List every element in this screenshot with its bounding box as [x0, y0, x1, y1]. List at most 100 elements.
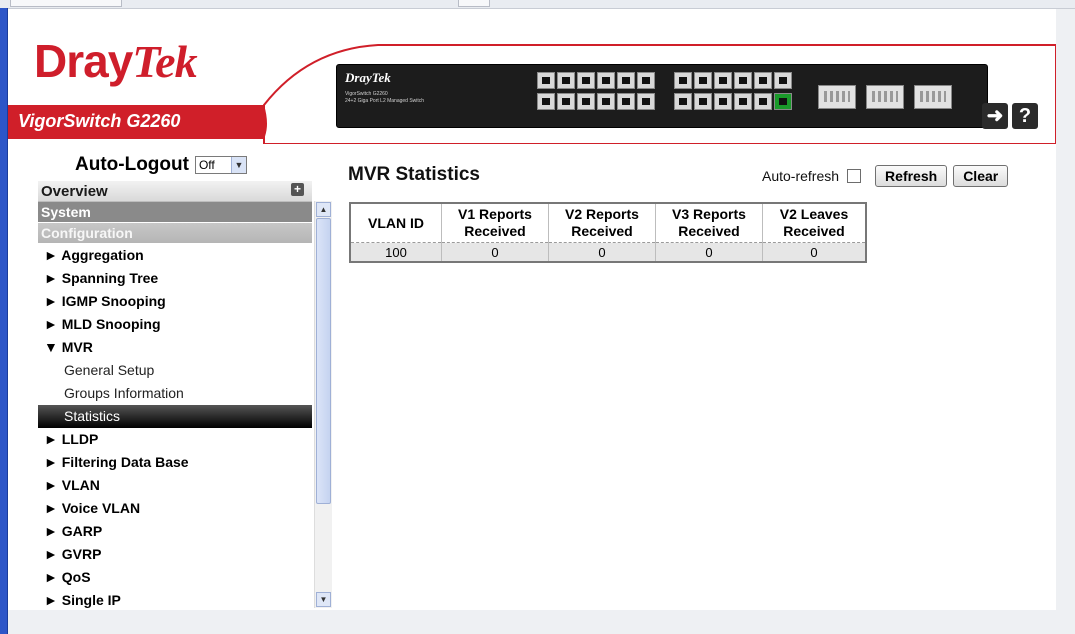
chevron-down-icon[interactable]: ▼ [230, 157, 246, 173]
port[interactable] [597, 72, 615, 89]
sidebar-scrollbar[interactable]: ▲ ▼ [314, 201, 332, 608]
refresh-button[interactable]: Refresh [875, 165, 948, 187]
model-name: VigorSwitch G2260 [18, 111, 181, 131]
header-text: Received [678, 223, 740, 239]
port[interactable] [714, 93, 732, 110]
browser-tab[interactable] [458, 0, 490, 7]
table-row: 100 0 0 0 0 [349, 242, 867, 263]
column-header-v3-reports: V3 Reports Received [655, 202, 763, 243]
header-text: V2 Leaves [779, 206, 849, 222]
header-text: V3 Reports [672, 206, 746, 222]
header: DrayTek VigorSwitch G2260 DrayTek VigorS… [8, 9, 1056, 144]
auto-refresh-checkbox[interactable] [847, 169, 862, 183]
scroll-down-icon[interactable]: ▼ [316, 592, 331, 607]
sidebar-item-voice-vlan[interactable]: ► Voice VLAN [38, 497, 312, 520]
sidebar-item-mld-snooping[interactable]: ► MLD Snooping [38, 313, 312, 336]
browser-top-strip [0, 0, 1075, 9]
port[interactable] [754, 72, 772, 89]
sidebar-item-qos[interactable]: ► QoS [38, 566, 312, 589]
port-group-1 [537, 72, 655, 110]
port[interactable] [714, 72, 732, 89]
port[interactable] [557, 93, 575, 110]
page: DrayTek VigorSwitch G2260 DrayTek VigorS… [8, 9, 1056, 610]
header-icons: ➜ ? [982, 103, 1038, 129]
sidebar-item-overview[interactable]: Overview + [38, 181, 312, 202]
scrollbar-thumb[interactable] [316, 218, 331, 504]
window-bottom-gap [8, 610, 1075, 634]
auto-logout-select[interactable]: Off ▼ [194, 156, 247, 174]
sidebar-item-system[interactable]: System [38, 202, 312, 223]
help-question-icon[interactable]: ? [1012, 103, 1038, 129]
sidebar-subitem-general-setup[interactable]: General Setup [38, 359, 312, 382]
port[interactable] [637, 72, 655, 89]
port[interactable] [637, 93, 655, 110]
browser-tab[interactable] [10, 0, 122, 7]
sidebar-subitem-groups-information[interactable]: Groups Information [38, 382, 312, 405]
clear-button[interactable]: Clear [953, 165, 1009, 187]
port[interactable] [557, 72, 575, 89]
sidebar-item-filtering-data-base[interactable]: ► Filtering Data Base [38, 451, 312, 474]
sidebar-subitem-statistics[interactable]: Statistics [38, 405, 312, 428]
sidebar-item-igmp-snooping[interactable]: ► IGMP Snooping [38, 290, 312, 313]
auto-refresh-label: Auto-refresh [762, 168, 840, 184]
sidebar-item-mvr[interactable]: ▼ MVR [38, 336, 312, 359]
port[interactable] [734, 93, 752, 110]
sfp-port[interactable] [818, 85, 856, 109]
sidebar-item-spanning-tree[interactable]: ► Spanning Tree [38, 267, 312, 290]
window-right-gap [1056, 9, 1075, 610]
device-subtitle: VigorSwitch G2260 24+2 Giga Port L2 Mana… [345, 91, 425, 104]
column-header-vlan-id: VLAN ID [349, 202, 442, 243]
mvr-statistics-table: VLAN ID V1 Reports Received V2 Reports Rec… [349, 202, 867, 263]
sidebar-menu: Overview + System Configuration ► Aggreg… [38, 181, 312, 608]
port[interactable] [577, 72, 595, 89]
cell-v1-reports: 0 [441, 242, 549, 263]
sidebar-item-single-ip[interactable]: ► Single IP [38, 589, 312, 608]
port-group-2 [674, 72, 792, 110]
scroll-up-icon[interactable]: ▲ [316, 202, 331, 217]
port[interactable] [577, 93, 595, 110]
port[interactable] [617, 72, 635, 89]
port[interactable] [674, 93, 692, 110]
header-text: VLAN ID [368, 214, 424, 231]
cell-v3-reports: 0 [655, 242, 763, 263]
sfp-port[interactable] [866, 85, 904, 109]
port[interactable] [537, 93, 555, 110]
device-logo: DrayTek [345, 70, 391, 85]
page-title: MVR Statistics [348, 164, 480, 185]
logout-arrow-icon[interactable]: ➜ [982, 103, 1008, 129]
sidebar-item-gvrp[interactable]: ► GVRP [38, 543, 312, 566]
header-text: V2 Reports [565, 206, 639, 222]
table-header-row: VLAN ID V1 Reports Received V2 Reports Rec… [349, 202, 867, 243]
header-text: Received [571, 223, 633, 239]
port[interactable] [537, 72, 555, 89]
sidebar-item-label: Overview [41, 183, 108, 200]
sidebar: Overview + System Configuration ► Aggreg… [38, 181, 332, 608]
sidebar-item-lldp[interactable]: ► LLDP [38, 428, 312, 451]
column-header-v1-reports: V1 Reports Received [441, 202, 549, 243]
header-text: Received [783, 223, 845, 239]
sidebar-item-configuration[interactable]: Configuration [38, 223, 312, 244]
port[interactable] [694, 93, 712, 110]
expand-plus-icon[interactable]: + [291, 183, 304, 196]
cell-v2-reports: 0 [548, 242, 656, 263]
cell-v2-leaves: 0 [762, 242, 867, 263]
port[interactable] [597, 93, 615, 110]
port[interactable] [774, 72, 792, 89]
auto-logout-label: Auto-Logout [75, 154, 189, 175]
port-active[interactable] [774, 93, 792, 110]
port[interactable] [694, 72, 712, 89]
sidebar-item-aggregation[interactable]: ► Aggregation [38, 244, 312, 267]
sidebar-item-vlan[interactable]: ► VLAN [38, 474, 312, 497]
port[interactable] [734, 72, 752, 89]
header-text: V1 Reports [458, 206, 532, 222]
auto-logout-row: Auto-Logout Off ▼ [75, 154, 247, 176]
port[interactable] [617, 93, 635, 110]
port[interactable] [674, 72, 692, 89]
auto-logout-value: Off [198, 158, 215, 172]
column-header-v2-reports: V2 Reports Received [548, 202, 656, 243]
header-text: Received [464, 223, 526, 239]
port[interactable] [754, 93, 772, 110]
sidebar-item-garp[interactable]: ► GARP [38, 520, 312, 543]
sfp-port[interactable] [914, 85, 952, 109]
window-left-edge [0, 8, 8, 634]
